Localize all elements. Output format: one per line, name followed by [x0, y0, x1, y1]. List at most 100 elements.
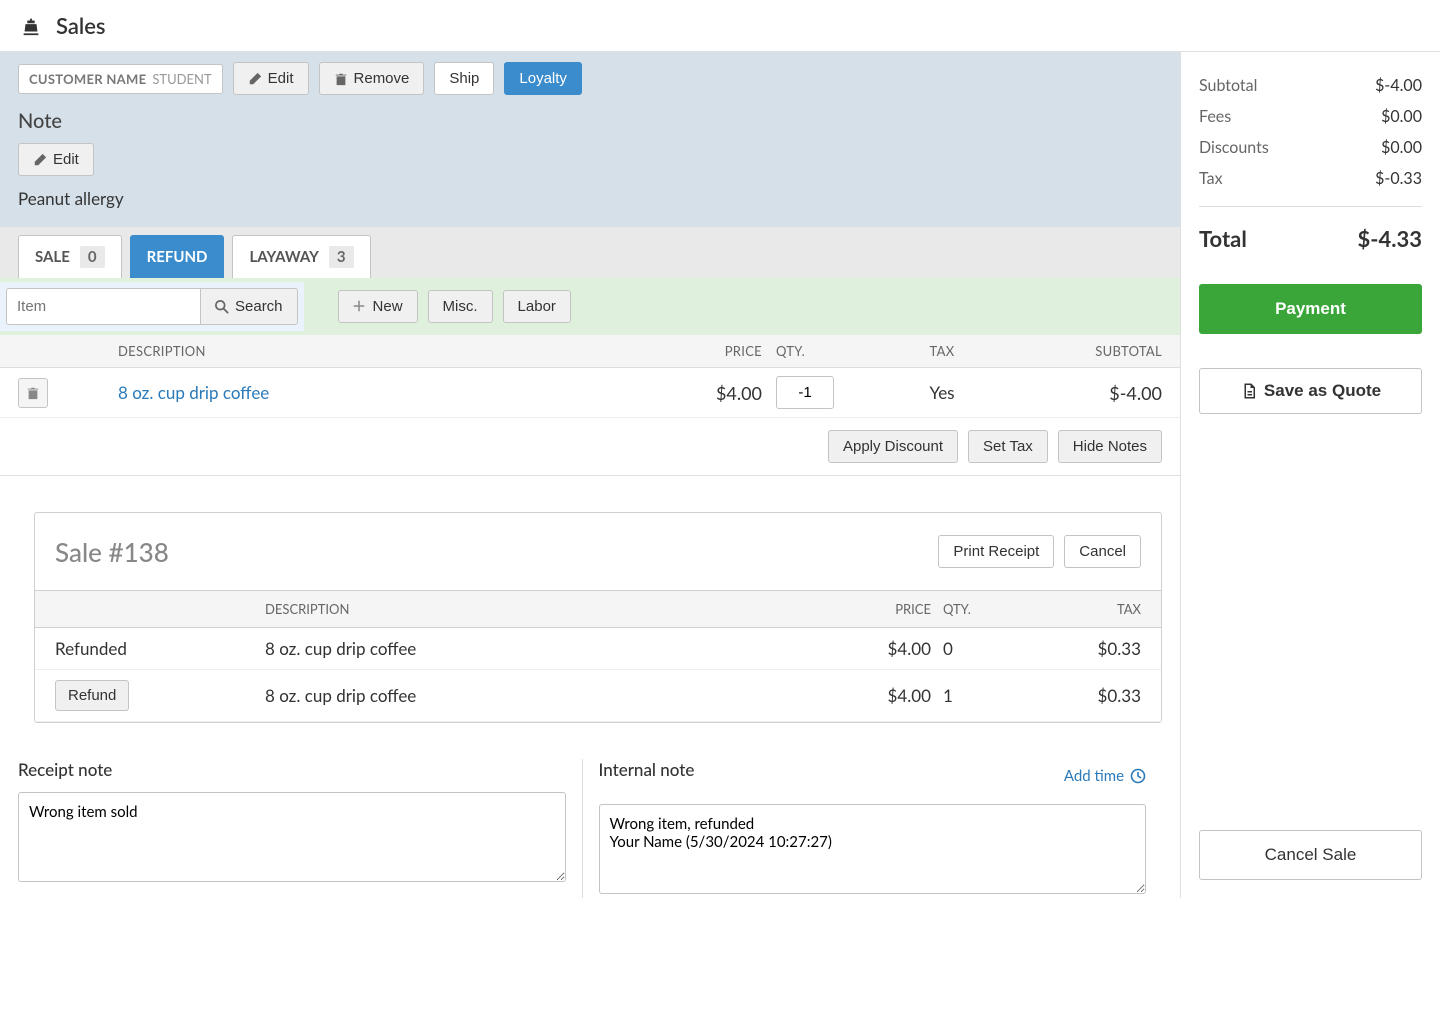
- header-tax: TAX: [852, 343, 1032, 359]
- register-icon: [20, 15, 42, 37]
- print-receipt-button[interactable]: Print Receipt: [938, 535, 1054, 568]
- apply-discount-label: Apply Discount: [843, 438, 943, 455]
- tab-sale-label: SALE: [35, 248, 70, 266]
- header-price: PRICE: [662, 343, 762, 359]
- sale-row-status: Refunded: [55, 638, 265, 659]
- item-search-bar: Search New Misc. Labor: [0, 278, 1180, 335]
- sale-title-prefix: Sale: [55, 536, 109, 568]
- tab-layaway[interactable]: LAYAWAY 3: [232, 235, 370, 278]
- tab-layaway-count: 3: [329, 246, 354, 268]
- top-bar: Sales: [0, 0, 1440, 52]
- pencil-icon: [248, 72, 262, 86]
- tax-value: $-0.33: [1375, 169, 1422, 188]
- sale-row-desc: 8 oz. cup drip coffee: [265, 685, 841, 706]
- tab-refund[interactable]: REFUND: [130, 235, 225, 278]
- line-item-price: $4.00: [662, 382, 762, 404]
- tax-label: Tax: [1199, 169, 1223, 188]
- total-value: $-4.33: [1358, 225, 1422, 252]
- plus-icon: [353, 300, 367, 314]
- delete-line-button[interactable]: [18, 378, 48, 408]
- header-description: DESCRIPTION: [58, 343, 662, 359]
- internal-note-heading: Internal note: [599, 759, 695, 780]
- cancel-sale-label: Cancel Sale: [1265, 845, 1357, 865]
- internal-note-textarea[interactable]: [599, 804, 1147, 894]
- ship-button[interactable]: Ship: [434, 62, 494, 95]
- sale-row-price: $4.00: [841, 638, 931, 659]
- trash-icon: [26, 386, 40, 400]
- customer-label: CUSTOMER NAME: [29, 71, 146, 87]
- sale-header-tax: TAX: [1001, 601, 1141, 617]
- line-item-row: 8 oz. cup drip coffee $4.00 Yes $-4.00: [0, 368, 1180, 418]
- save-as-quote-button[interactable]: Save as Quote: [1199, 368, 1422, 414]
- new-item-button[interactable]: New: [338, 290, 418, 323]
- set-tax-button[interactable]: Set Tax: [968, 430, 1048, 463]
- save-as-quote-label: Save as Quote: [1264, 381, 1381, 401]
- line-item-tax: Yes: [852, 382, 1032, 403]
- quote-icon: [1240, 382, 1258, 400]
- search-button[interactable]: Search: [201, 288, 298, 325]
- new-item-label: New: [373, 298, 403, 315]
- receipt-note-heading: Receipt note: [18, 759, 566, 780]
- note-section: Note Edit Peanut allergy: [18, 109, 1162, 209]
- labor-label: Labor: [518, 298, 556, 315]
- customer-chip[interactable]: CUSTOMER NAME STUDENT: [18, 64, 223, 94]
- sale-header-price: PRICE: [841, 601, 931, 617]
- loyalty-label: Loyalty: [519, 70, 567, 87]
- page-title: Sales: [56, 12, 106, 39]
- ship-label: Ship: [449, 70, 479, 87]
- add-time-label: Add time: [1064, 767, 1124, 785]
- apply-discount-button[interactable]: Apply Discount: [828, 430, 958, 463]
- main-panel: CUSTOMER NAME STUDENT Edit Remove Ship L…: [0, 52, 1180, 898]
- header-subtotal: SUBTOTAL: [1032, 343, 1162, 359]
- receipt-note-textarea[interactable]: [18, 792, 566, 882]
- item-search-input[interactable]: [6, 288, 201, 325]
- notes-row: Receipt note Internal note Add time: [0, 741, 1180, 898]
- print-receipt-label: Print Receipt: [953, 543, 1039, 560]
- payment-label: Payment: [1275, 299, 1346, 319]
- total-label: Total: [1199, 225, 1247, 252]
- sale-row-tax: $0.33: [1001, 685, 1141, 706]
- summary-sidebar: Subtotal$-4.00 Fees$0.00 Discounts$0.00 …: [1180, 52, 1440, 898]
- sale-row-price: $4.00: [841, 685, 931, 706]
- hide-notes-label: Hide Notes: [1073, 438, 1147, 455]
- note-text: Peanut allergy: [18, 188, 1162, 209]
- misc-label: Misc.: [443, 298, 478, 315]
- tab-sale[interactable]: SALE 0: [18, 235, 122, 278]
- tab-refund-label: REFUND: [147, 248, 208, 266]
- pencil-icon: [33, 153, 47, 167]
- remove-customer-button[interactable]: Remove: [319, 62, 425, 95]
- trash-icon: [334, 72, 348, 86]
- subtotal-value: $-4.00: [1375, 76, 1422, 95]
- tab-sale-count: 0: [80, 246, 105, 268]
- receipt-note-col: Receipt note: [18, 759, 583, 898]
- hide-notes-button[interactable]: Hide Notes: [1058, 430, 1162, 463]
- discounts-label: Discounts: [1199, 138, 1269, 157]
- discounts-value: $0.00: [1381, 138, 1422, 157]
- set-tax-label: Set Tax: [983, 438, 1033, 455]
- cancel-sale-card-button[interactable]: Cancel: [1064, 535, 1141, 568]
- labor-button[interactable]: Labor: [503, 290, 571, 323]
- sale-table-header: DESCRIPTION PRICE QTY. TAX: [35, 591, 1161, 628]
- qty-input[interactable]: [776, 376, 834, 409]
- add-time-link[interactable]: Add time: [1064, 767, 1146, 785]
- payment-button[interactable]: Payment: [1199, 284, 1422, 334]
- subtotal-label: Subtotal: [1199, 76, 1257, 95]
- refund-line-button[interactable]: Refund: [55, 680, 129, 711]
- fees-value: $0.00: [1381, 107, 1422, 126]
- cancel-sale-button[interactable]: Cancel Sale: [1199, 830, 1422, 880]
- loyalty-button[interactable]: Loyalty: [504, 62, 582, 95]
- sale-header-desc: DESCRIPTION: [265, 601, 841, 617]
- line-items-header: DESCRIPTION PRICE QTY. TAX SUBTOTAL: [0, 335, 1180, 368]
- customer-section: CUSTOMER NAME STUDENT Edit Remove Ship L…: [0, 52, 1180, 227]
- edit-note-label: Edit: [53, 151, 79, 168]
- edit-note-button[interactable]: Edit: [18, 143, 94, 176]
- sale-row-tax: $0.33: [1001, 638, 1141, 659]
- sale-title: Sale #138: [55, 536, 169, 568]
- line-item-description[interactable]: 8 oz. cup drip coffee: [118, 382, 269, 403]
- sale-row-qty: 0: [931, 638, 1001, 659]
- misc-button[interactable]: Misc.: [428, 290, 493, 323]
- sale-row: Refunded 8 oz. cup drip coffee $4.00 0 $…: [35, 628, 1161, 670]
- edit-customer-button[interactable]: Edit: [233, 62, 309, 95]
- customer-name: STUDENT: [152, 71, 211, 87]
- internal-note-col: Internal note Add time: [583, 759, 1163, 898]
